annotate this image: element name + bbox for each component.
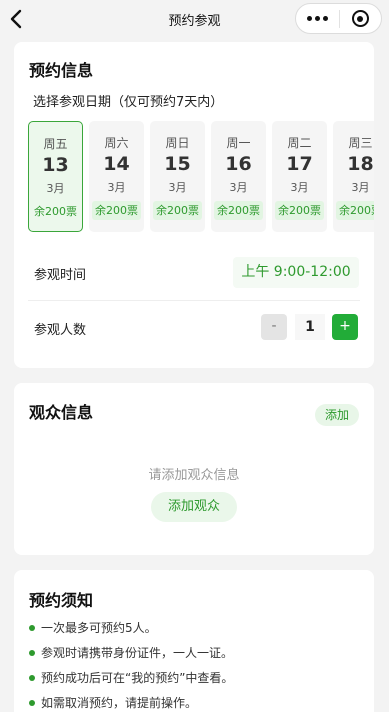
visitor-count-label: 参观人数 [34,323,87,338]
date-day: 17 [286,153,313,175]
more-dots-icon [306,16,312,21]
date-option[interactable]: 周一 16 3月余200票 [211,121,266,232]
booking-title: 预约信息 [29,61,94,80]
audience-card: 观众信息 添加 请添加观众信息 添加观众 [14,383,374,555]
date-option[interactable]: 周二 17 3月余200票 [272,121,327,232]
date-month: 3月 [168,181,187,194]
visit-time-label: 参观时间 [34,268,87,283]
divider [28,300,360,301]
more-dots-icon [314,16,320,21]
date-weekday: 周三 [348,136,373,150]
increase-count-button[interactable]: + [332,314,358,340]
date-hint: 选择参观日期（仅可预约7天内） [33,95,224,110]
remaining-tickets: 余200票 [92,201,141,220]
audience-title: 观众信息 [29,403,94,422]
close-miniprogram-button[interactable] [339,10,381,27]
date-weekday: 周六 [104,136,129,150]
date-day: 14 [103,153,130,175]
decrease-count-button[interactable]: - [261,314,287,340]
date-option[interactable]: 周五 13 3月余200票 [28,121,83,232]
visitor-count-value: 1 [295,314,325,340]
date-weekday: 周五 [43,137,68,151]
booking-card: 预约信息 选择参观日期（仅可预约7天内） 周五 13 3月余200票 周六 14 3月余2… [14,42,374,368]
capsule-menu [295,3,382,34]
remaining-tickets: 余200票 [34,205,77,218]
notice-item: 一次最多可预约5人。 [29,619,233,644]
date-month: 3月 [351,181,370,194]
notice-item: 参观时请携带身份证件，一人一证。 [29,644,233,669]
date-weekday: 周二 [287,136,312,150]
notice-card: 预约须知 一次最多可预约5人。 参观时请携带身份证件，一人一证。 预约成功后可在“我… [14,570,374,712]
date-month: 3月 [46,182,65,195]
notice-item: 如需取消预约，请提前操作。 [29,694,233,712]
nav-bar: 预约参观 [0,0,389,38]
remaining-tickets: 余200票 [336,201,374,220]
date-day: 13 [42,154,69,176]
date-month: 3月 [107,181,126,194]
date-weekday: 周一 [226,136,251,150]
remaining-tickets: 余200票 [275,201,324,220]
notice-item: 预约成功后可在“我的预约”中查看。 [29,669,233,694]
remaining-tickets: 余200票 [153,201,202,220]
notice-list: 一次最多可预约5人。 参观时请携带身份证件，一人一证。 预约成功后可在“我的预约”中… [29,619,233,712]
date-option[interactable]: 周三 18 3月余200票 [333,121,374,232]
more-dots-icon [322,16,328,21]
date-weekday: 周日 [165,136,190,150]
date-month: 3月 [229,181,248,194]
target-icon [351,10,369,27]
visit-time-option[interactable]: 上午 9:00-12:00 [233,257,359,288]
empty-audience-tip: 请添加观众信息 [148,468,240,483]
date-day: 18 [347,153,374,175]
date-option[interactable]: 周六 14 3月余200票 [89,121,144,232]
notice-title: 预约须知 [29,591,94,610]
date-strip[interactable]: 周五 13 3月余200票 周六 14 3月余200票 周日 15 3月余200票 周一 16 3月余… [28,121,374,232]
date-option[interactable]: 周日 15 3月余200票 [150,121,205,232]
remaining-tickets: 余200票 [214,201,263,220]
date-month: 3月 [290,181,309,194]
more-button[interactable] [296,16,339,21]
date-day: 15 [164,153,191,175]
date-day: 16 [225,153,252,175]
add-button[interactable]: 添加 [315,404,359,426]
add-viewer-button[interactable]: 添加观众 [151,492,237,522]
